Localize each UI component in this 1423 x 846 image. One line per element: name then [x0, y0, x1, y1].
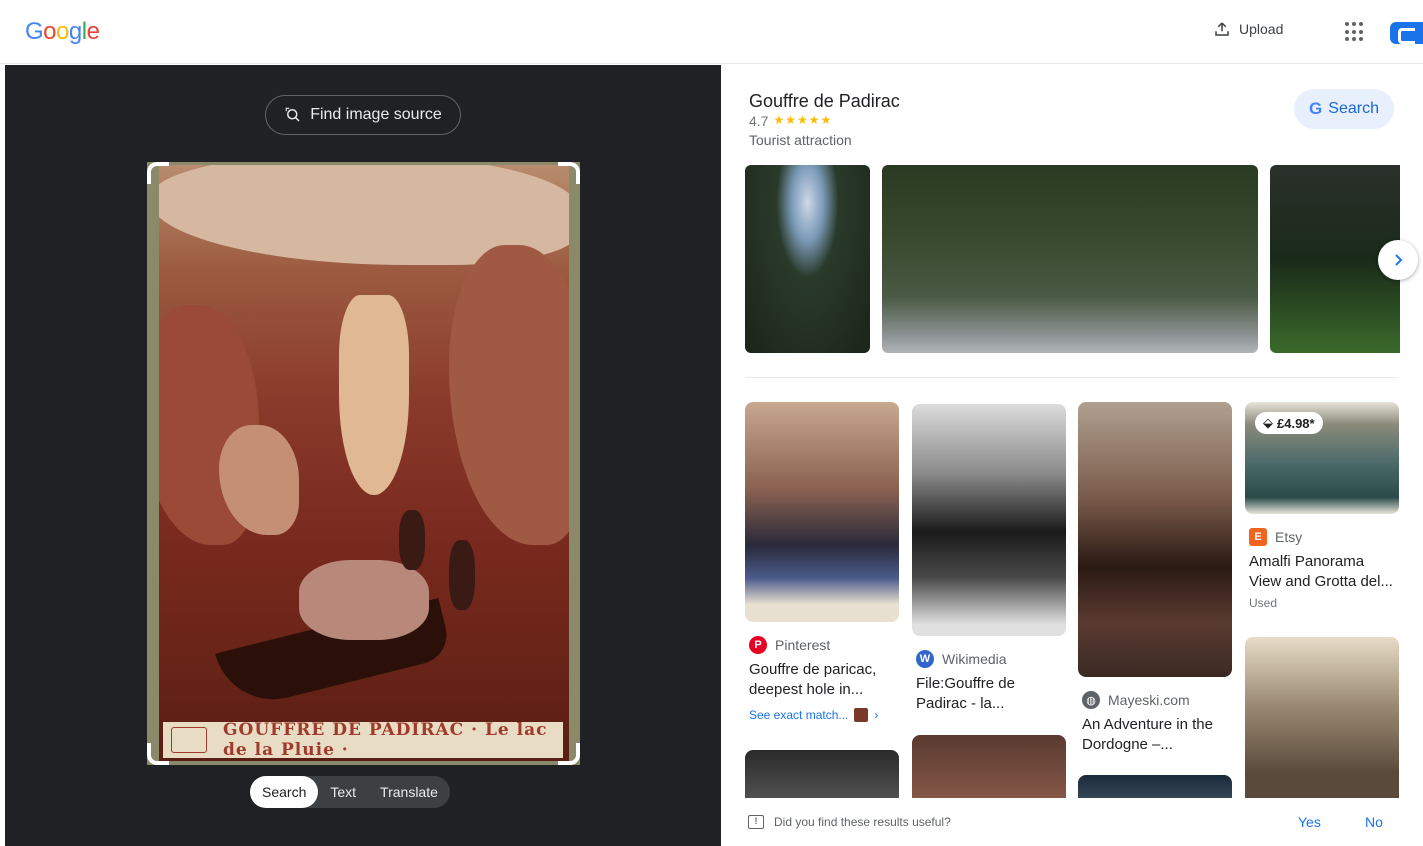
- feedback-yes-button[interactable]: Yes: [1298, 814, 1321, 830]
- account-icon[interactable]: [1390, 22, 1423, 44]
- globe-icon: ◍: [1082, 691, 1100, 709]
- upload-button[interactable]: Upload: [1213, 20, 1283, 38]
- result-title[interactable]: File:Gouffre de Padirac - la...: [912, 674, 1066, 714]
- source-name: Pinterest: [775, 637, 831, 653]
- lens-search-icon: [285, 107, 300, 122]
- price-badge: ⬙ £4.98*: [1255, 412, 1323, 434]
- upload-icon: [1215, 22, 1229, 36]
- place-photo[interactable]: [882, 165, 1258, 353]
- publisher-logo: [171, 727, 207, 753]
- pinterest-icon: P: [749, 636, 767, 654]
- cave-photo: [159, 165, 569, 761]
- result-card[interactable]: [912, 735, 1066, 805]
- source-name: Wikimedia: [942, 651, 1007, 667]
- feedback-icon: !: [748, 815, 764, 829]
- upload-label: Upload: [1239, 21, 1284, 37]
- crop-handle-top-right[interactable]: [558, 162, 580, 184]
- result-source[interactable]: P Pinterest: [745, 636, 899, 654]
- result-image[interactable]: ⬙ £4.98*: [1245, 402, 1399, 514]
- result-card[interactable]: ◍ Mayeski.com An Adventure in the Dordog…: [1078, 402, 1232, 755]
- feedback-question: Did you find these results useful?: [774, 815, 951, 829]
- mode-tabs: Search Text Translate: [250, 776, 450, 808]
- result-title[interactable]: An Adventure in the Dordogne –...: [1078, 715, 1232, 755]
- feedback-no-button[interactable]: No: [1365, 814, 1383, 830]
- result-card[interactable]: W Wikimedia File:Gouffre de Padirac - la…: [912, 404, 1066, 714]
- result-image[interactable]: [912, 735, 1066, 805]
- match-thumb-icon: [854, 708, 869, 722]
- google-g-icon: G: [1309, 99, 1323, 118]
- see-exact-match-link[interactable]: See exact match... ›: [745, 708, 899, 722]
- crop-handle-top-left[interactable]: [147, 162, 169, 184]
- wikimedia-icon: W: [916, 650, 934, 668]
- query-image[interactable]: GOUFFRE DE PADIRAC · Le lac de la Pluie …: [147, 162, 580, 765]
- rating: 4.7 ★★★★★: [749, 113, 832, 129]
- divider: [745, 377, 1398, 378]
- tab-translate[interactable]: Translate: [368, 776, 450, 808]
- feedback-bar: ! Did you find these results useful? Yes…: [721, 798, 1423, 846]
- postcard-caption: GOUFFRE DE PADIRAC · Le lac de la Pluie …: [163, 720, 563, 760]
- source-name: Etsy: [1275, 529, 1303, 545]
- etsy-icon: E: [1249, 528, 1267, 546]
- place-photo[interactable]: [745, 165, 870, 353]
- knowledge-title[interactable]: Gouffre de Padirac: [749, 91, 900, 112]
- results-pane: Gouffre de Padirac 4.7 ★★★★★ Tourist att…: [721, 65, 1423, 846]
- result-card[interactable]: P Pinterest Gouffre de paricac, deepest …: [745, 402, 899, 722]
- crop-handle-bottom-left[interactable]: [147, 743, 169, 765]
- source-name: Mayeski.com: [1108, 692, 1190, 708]
- result-title[interactable]: Gouffre de paricac, deepest hole in...: [745, 660, 899, 700]
- result-image[interactable]: [1078, 402, 1232, 677]
- apps-grid-icon[interactable]: [1345, 22, 1365, 42]
- image-preview-pane: Find image source GOUFFRE DE PADIRAC · L…: [5, 65, 721, 846]
- rating-value: 4.7: [749, 113, 769, 129]
- chevron-right-glyph: [1395, 254, 1403, 266]
- result-image[interactable]: [912, 404, 1066, 636]
- google-logo[interactable]: Google: [25, 18, 100, 46]
- crop-handle-bottom-right[interactable]: [558, 743, 580, 765]
- tab-search[interactable]: Search: [250, 776, 319, 808]
- tab-text[interactable]: Text: [318, 776, 368, 808]
- result-image[interactable]: [1245, 637, 1399, 807]
- result-image[interactable]: [745, 402, 899, 622]
- top-bar: Google Upload: [0, 0, 1423, 64]
- result-source[interactable]: ◍ Mayeski.com: [1078, 691, 1232, 709]
- knowledge-search-label: Search: [1328, 100, 1379, 117]
- find-image-source-button[interactable]: Find image source: [265, 95, 461, 135]
- price-tag-icon: ⬙: [1263, 415, 1273, 430]
- result-source[interactable]: E Etsy: [1245, 528, 1399, 546]
- knowledge-search-button[interactable]: G Search: [1294, 89, 1394, 129]
- place-type: Tourist attraction: [749, 132, 852, 148]
- result-title[interactable]: Amalfi Panorama View and Grotta del...: [1245, 552, 1399, 592]
- star-rating-icon: ★★★★★: [773, 113, 833, 127]
- condition-label: Used: [1249, 596, 1278, 610]
- result-card[interactable]: ⬙ £4.98* E Etsy Amalfi Panorama View and…: [1245, 402, 1399, 610]
- chevron-right-icon: ›: [874, 708, 879, 722]
- result-card[interactable]: [1245, 637, 1399, 807]
- find-image-source-label: Find image source: [310, 106, 442, 123]
- result-source[interactable]: W Wikimedia: [912, 650, 1066, 668]
